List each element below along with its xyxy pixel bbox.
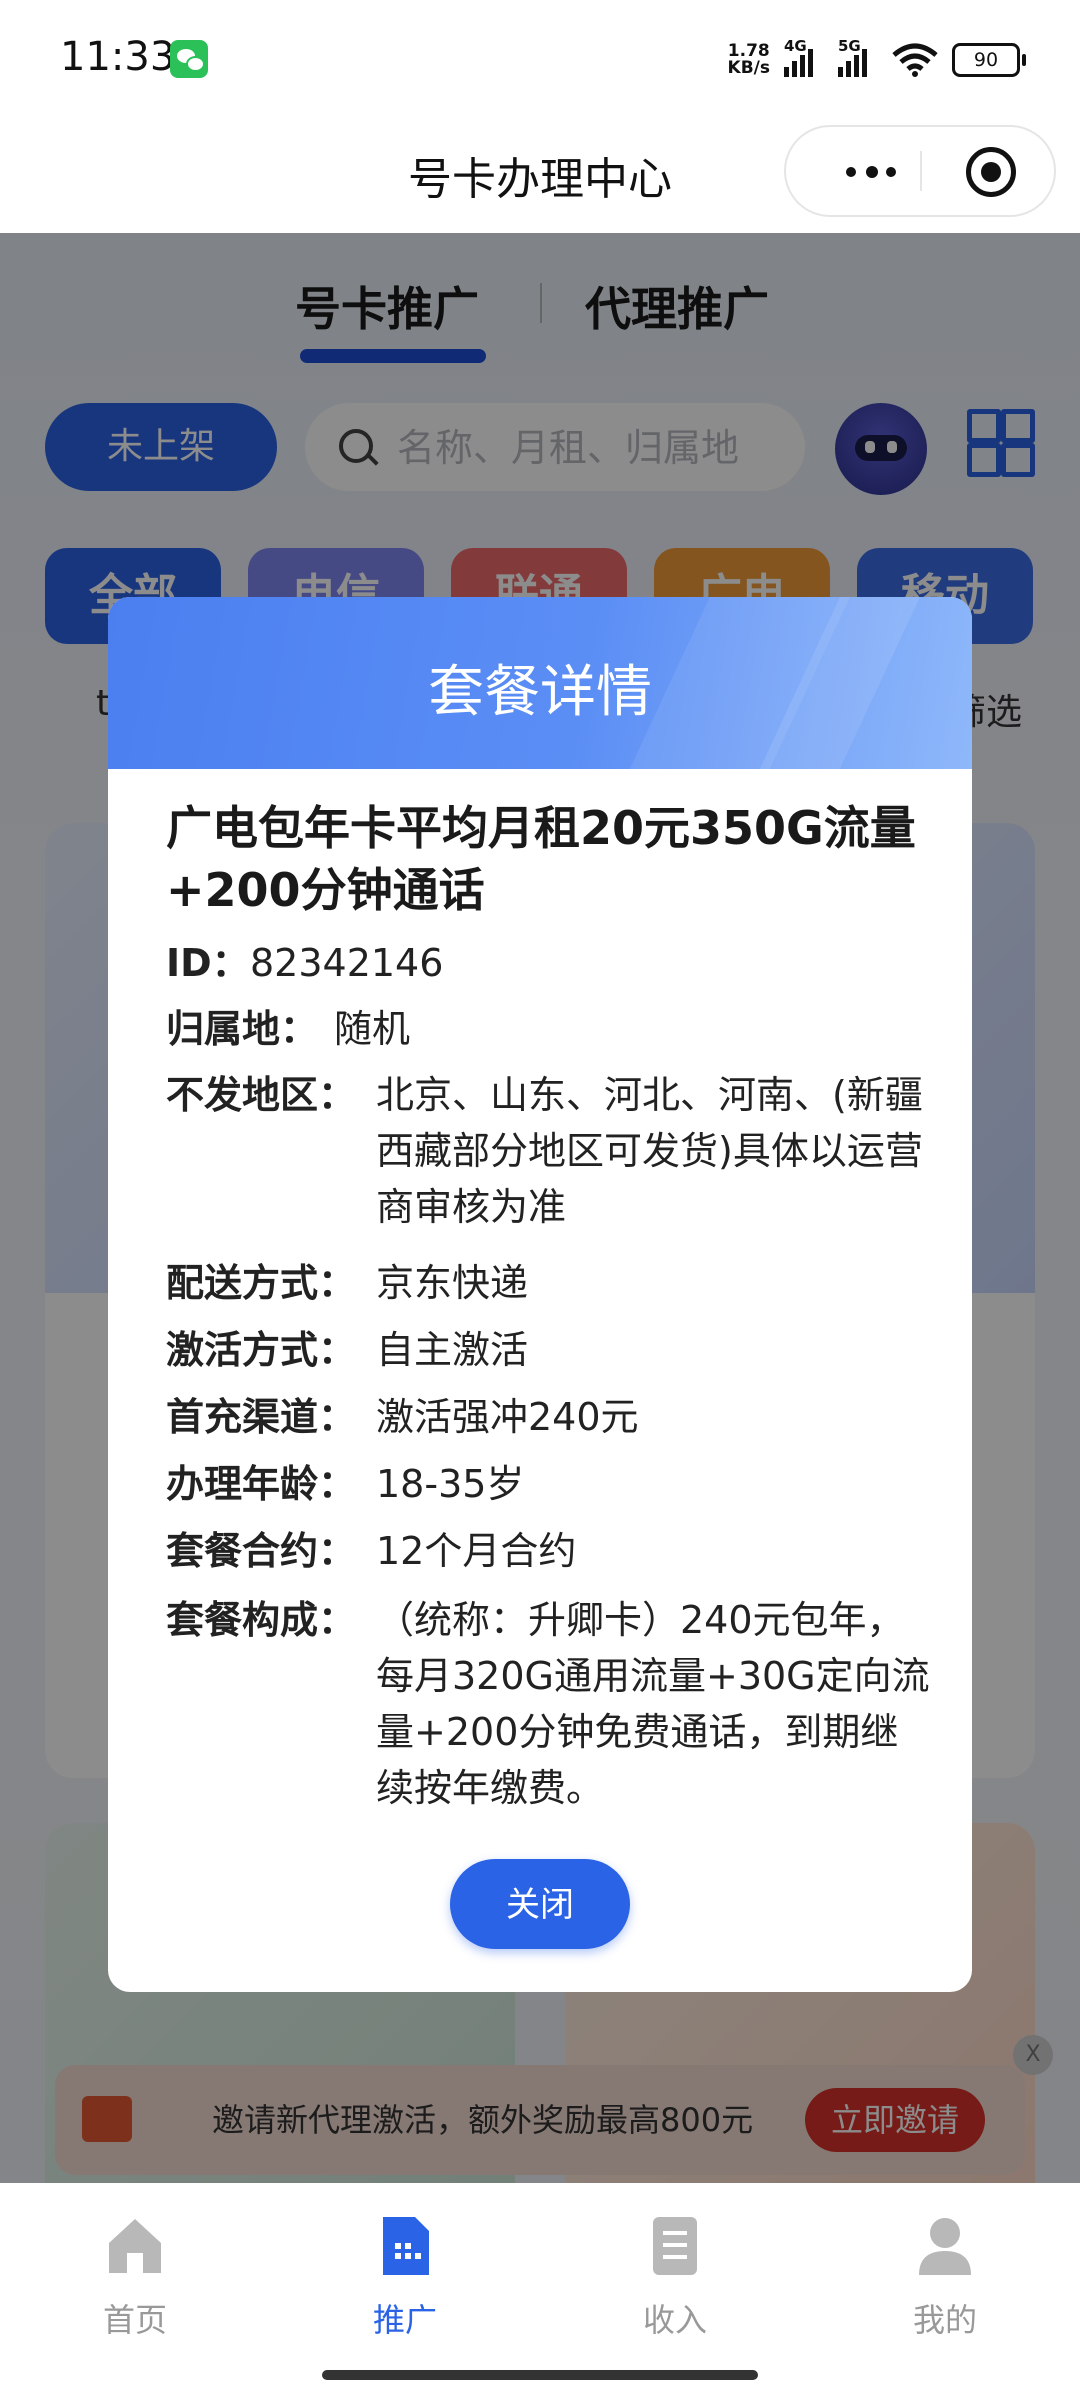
nav-mine[interactable]: 我的 [865,2213,1025,2353]
sim-card-icon [383,2217,429,2275]
activation-label: 激活方式： [166,1328,357,1372]
home-icon [109,2219,161,2273]
id-label: ID： [166,941,250,985]
profile-icon [919,2218,971,2275]
topup-label: 首充渠道： [166,1395,357,1439]
home-label: 归属地： [166,1007,319,1051]
app-page: 11:33 1.78 KB/s 4G 5G 90 号卡办理中心 号卡推广 代理推… [0,0,1080,2400]
income-icon [653,2217,697,2275]
nav-promote-label: 推广 [372,2301,437,2339]
battery-icon: 90 [952,43,1026,77]
excluded-value: 北京、山东、河北、河南、(新疆西藏部分地区可发货)具体以运营商审核为准 [376,1073,923,1229]
modal-header: 套餐详情 [108,597,972,817]
home-indicator [322,2370,758,2380]
info-activation: 激活方式： 自主激活 [166,1322,946,1378]
excluded-label: 不发地区： [166,1073,357,1117]
nav-income[interactable]: 收入 [595,2213,755,2353]
bottom-nav: 首页 推广 收入 我的 [0,2183,1080,2400]
delivery-value: 京东快递 [376,1261,529,1305]
plan-name: 广电包年卡平均月租20元350G流量+200分钟通话 [166,801,916,917]
nav-income-label: 收入 [642,2301,707,2339]
topup-value: 激活强冲240元 [376,1395,639,1439]
info-age: 办理年龄： 18-35岁 [166,1456,946,1512]
activation-value: 自主激活 [376,1328,529,1372]
wifi-icon [892,43,938,77]
signal-icon: 5G [838,37,878,77]
nav-home[interactable]: 首页 [55,2213,215,2353]
home-value: 随机 [334,1007,411,1051]
signal-icon: 4G [784,37,824,77]
info-contract: 套餐合约： 12个月合约 [166,1523,946,1579]
contract-label: 套餐合约： [166,1529,357,1573]
delivery-label: 配送方式： [166,1261,357,1305]
nav-mine-label: 我的 [912,2301,977,2339]
status-bar: 11:33 1.78 KB/s 4G 5G 90 [0,0,1080,115]
info-excluded: 不发地区： 北京、山东、河北、河南、(新疆西藏部分地区可发货)具体以运营商审核为… [166,1067,946,1235]
close-button[interactable]: 关闭 [450,1859,630,1949]
miniprogram-capsule [784,125,1056,217]
title-bar: 号卡办理中心 [0,115,1080,233]
composition-value: （统称：升卿卡）240元包年，每月320G通用流量+30G定向流量+200分钟免… [376,1598,930,1810]
info-topup: 首充渠道： 激活强冲240元 [166,1389,946,1445]
age-value: 18-35岁 [376,1462,525,1506]
status-indicators: 1.78 KB/s 4G 5G 90 [727,37,1026,82]
info-composition: 套餐构成： （统称：升卿卡）240元包年，每月320G通用流量+30G定向流量+… [166,1592,946,1816]
nav-promote[interactable]: 推广 [325,2213,485,2353]
composition-label: 套餐构成： [166,1598,357,1642]
info-delivery: 配送方式： 京东快递 [166,1255,946,1311]
id-value: 82342146 [250,941,444,985]
plan-detail-modal: 套餐详情 广电包年卡平均月租20元350G流量+200分钟通话 ID： 8234… [108,597,972,1992]
modal-title: 套餐详情 [428,660,652,725]
wechat-icon [170,40,208,78]
more-icon[interactable] [826,127,916,215]
capsule-divider [920,151,922,191]
contract-value: 12个月合约 [376,1529,577,1573]
info-home: 归属地： 随机 [166,1001,946,1057]
close-miniprogram-icon[interactable] [966,147,1016,197]
network-speed: 1.78 KB/s [727,41,770,78]
clock: 11:33 [60,34,176,80]
info-id: ID： 82342146 [166,935,946,991]
nav-home-label: 首页 [102,2301,167,2339]
age-label: 办理年龄： [166,1462,357,1506]
